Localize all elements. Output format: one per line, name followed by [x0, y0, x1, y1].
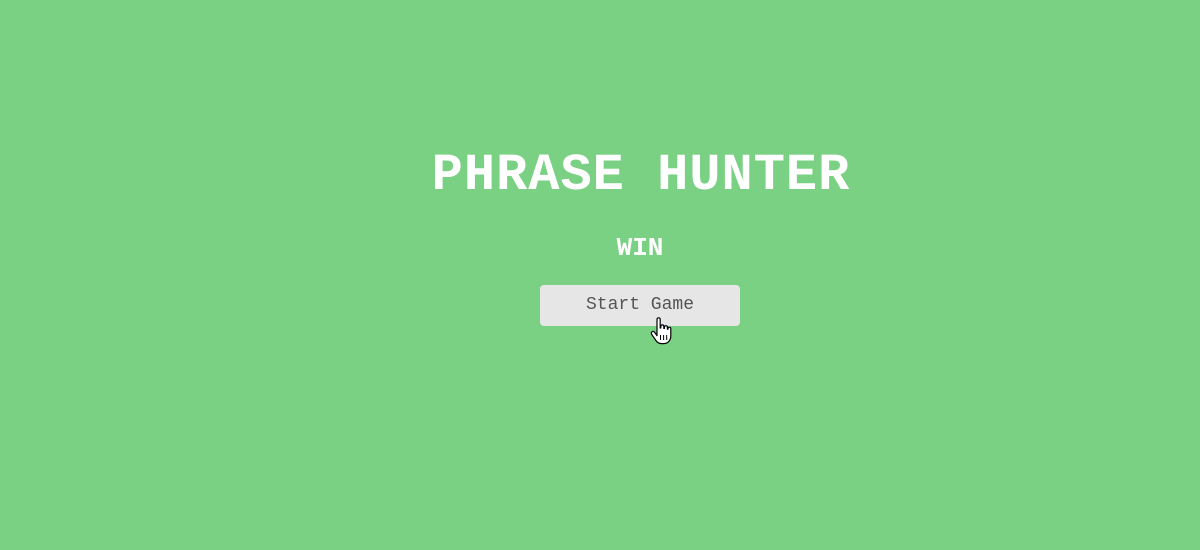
game-over-message: WIN [616, 233, 664, 263]
start-overlay: PHRASE HUNTER WIN Start Game [0, 0, 1200, 550]
start-game-button[interactable]: Start Game [540, 285, 740, 326]
game-title: PHRASE HUNTER [431, 146, 851, 205]
